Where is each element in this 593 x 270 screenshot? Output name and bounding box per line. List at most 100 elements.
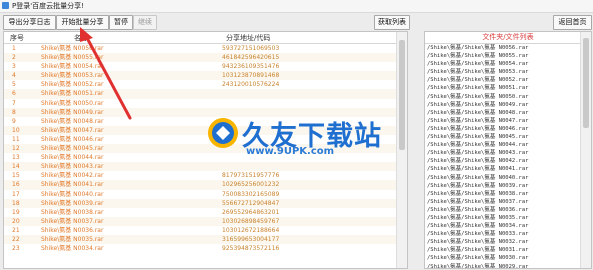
row-index: 21 (12, 226, 20, 234)
app-icon (2, 2, 9, 9)
row-index: 23 (12, 245, 20, 253)
file-list-item[interactable]: /Shike\氨基/Shike\氨基 N0037.rar (427, 198, 591, 206)
export-log-button[interactable]: 导出分享日志 (3, 15, 56, 30)
table-row[interactable]: 17 Shike\氨基 N0040.rar 750083302165089 (4, 190, 407, 199)
file-list-item[interactable]: /Shike\氨基/Shike\氨基 N0044.rar (427, 141, 591, 149)
file-list-item[interactable]: /Shike\氨基/Shike\氨基 N0040.rar (427, 174, 591, 182)
table-row[interactable]: 1 Shike\氨基 N0056.rar 593727151069503 (4, 44, 407, 53)
file-list-item[interactable]: /Shike\氨基/Shike\氨基 N0043.rar (427, 149, 591, 157)
file-list-item[interactable]: /Shike\氨基/Shike\氨基 N0038.rar (427, 190, 591, 198)
row-name: Shike\氨基 N0040.rar (41, 190, 104, 198)
file-list-item[interactable]: /Shike\氨基/Shike\氨基 N0045.rar (427, 133, 591, 141)
toolbar: 导出分享日志 开始批量分享 暂停 继续 获取列表 返回首页 (0, 13, 593, 31)
row-name: Shike\氨基 N0044.rar (41, 154, 104, 162)
row-index: 18 (12, 199, 20, 207)
row-index: 8 (12, 108, 16, 116)
back-home-button[interactable]: 返回首页 (553, 15, 592, 30)
file-list-item[interactable]: /Shike\氨基/Shike\氨基 N0041.rar (427, 165, 591, 173)
row-link: 750083302165089 (222, 190, 280, 198)
table-body: 1 Shike\氨基 N0056.rar 593727151069503 2 Shike… (4, 44, 407, 253)
table-row[interactable]: 21 Shike\氨基 N0036.rar 103012672188664 (4, 226, 407, 235)
row-index: 5 (12, 81, 16, 89)
file-list-item[interactable]: /Shike\氨基/Shike\氨基 N0047.rar (427, 117, 591, 125)
row-name: Shike\氨基 N0056.rar (41, 45, 104, 52)
column-header-index: 序号 (10, 34, 24, 42)
row-link: 593727151069503 (222, 45, 280, 52)
table-row[interactable]: 11 Shike\氨基 N0046.rar (4, 135, 407, 144)
row-name: Shike\氨基 N0041.rar (41, 181, 104, 189)
file-list-item[interactable]: /Shike\氨基/Shike\氨基 N0050.rar (427, 93, 591, 101)
file-list-item[interactable]: /Shike\氨基/Shike\氨基 N0033.rar (427, 230, 591, 238)
table-row[interactable]: 7 Shike\氨基 N0050.rar (4, 99, 407, 108)
file-list-item[interactable]: /Shike\氨基/Shike\氨基 N0054.rar (427, 60, 591, 68)
row-name: Shike\氨基 N0047.rar (41, 126, 104, 134)
file-list-item[interactable]: /Shike\氨基/Shike\氨基 N0042.rar (427, 157, 591, 165)
table-row[interactable]: 14 Shike\氨基 N0043.rar (4, 162, 407, 172)
start-batch-share-button[interactable]: 开始批量分享 (56, 15, 109, 30)
row-index: 3 (12, 63, 16, 71)
pause-button[interactable]: 暂停 (109, 15, 133, 30)
table-row[interactable]: 22 Shike\氨基 N0035.rar 316599653004177 (4, 234, 407, 245)
row-index: 16 (12, 181, 20, 189)
table-row[interactable]: 2 Shike\氨基 N0055.rar 461842596420615 (4, 53, 407, 63)
table-row[interactable]: 20 Shike\氨基 N0037.rar 103026898459767 (4, 216, 407, 226)
file-list-item[interactable]: /Shike\氨基/Shike\氨基 N0056.rar (427, 44, 591, 52)
table-row[interactable]: 19 Shike\氨基 N0038.rar 269552964863201 (4, 208, 407, 217)
row-link: 461842596420615 (222, 54, 280, 62)
table-row[interactable]: 16 Shike\氨基 N0041.rar 102965256001232 (4, 180, 407, 190)
table-row[interactable]: 5 Shike\氨基 N0052.rar 243120010576224 (4, 80, 407, 89)
row-link: 316599653004177 (222, 235, 280, 243)
file-list-item[interactable]: /Shike\氨基/Shike\氨基 N0034.rar (427, 222, 591, 230)
file-list-scrollbar[interactable] (580, 32, 591, 268)
file-list-item[interactable]: /Shike\氨基/Shike\氨基 N0035.rar (427, 214, 591, 222)
table-row[interactable]: 9 Shike\氨基 N0048.rar (4, 117, 407, 126)
table-row[interactable]: 13 Shike\氨基 N0044.rar (4, 153, 407, 162)
row-link: 943236109351476 (222, 63, 280, 71)
file-list-item[interactable]: /Shike\氨基/Shike\氨基 N0039.rar (427, 182, 591, 190)
file-list: /Shike\氨基/Shike\氨基 N0056.rar/Shike\氨基/Sh… (425, 44, 591, 268)
row-index: 9 (12, 117, 16, 125)
continue-button[interactable]: 继续 (133, 15, 157, 30)
row-index: 2 (12, 54, 16, 62)
row-name: Shike\氨基 N0042.rar (41, 172, 104, 180)
file-list-item[interactable]: /Shike\氨基/Shike\氨基 N0051.rar (427, 84, 591, 92)
file-list-item[interactable]: /Shike\氨基/Shike\氨基 N0052.rar (427, 76, 591, 84)
file-list-item[interactable]: /Shike\氨基/Shike\氨基 N0049.rar (427, 101, 591, 109)
file-list-item[interactable]: /Shike\氨基/Shike\氨基 N0029.rar (427, 263, 591, 268)
table-row[interactable]: 8 Shike\氨基 N0049.rar (4, 107, 407, 117)
file-list-item[interactable]: /Shike\氨基/Shike\氨基 N0030.rar (427, 254, 591, 262)
table-row[interactable]: 3 Shike\氨基 N0054.rar 943236109351476 (4, 62, 407, 71)
row-index: 22 (12, 235, 20, 243)
file-list-panel: 文件夹/文件列表 /Shike\氨基/Shike\氨基 N0056.rar/Sh… (424, 31, 592, 269)
table-row[interactable]: 18 Shike\氨基 N0039.rar 556672712904847 (4, 198, 407, 208)
row-index: 12 (12, 145, 20, 153)
file-list-item[interactable]: /Shike\氨基/Shike\氨基 N0031.rar (427, 246, 591, 254)
table-row[interactable]: 6 Shike\氨基 N0051.rar (4, 89, 407, 99)
row-link: 817973151957776 (222, 172, 280, 180)
file-list-item[interactable]: /Shike\氨基/Shike\氨基 N0032.rar (427, 238, 591, 246)
row-name: Shike\氨基 N0049.rar (41, 108, 104, 116)
file-list-item[interactable]: /Shike\氨基/Shike\氨基 N0046.rar (427, 125, 591, 133)
table-row[interactable]: 4 Shike\氨基 N0053.rar 103123870891468 (4, 71, 407, 81)
table-row[interactable]: 10 Shike\氨基 N0047.rar (4, 125, 407, 135)
table-row[interactable]: 23 Shike\氨基 N0034.rar 925394873572116 (4, 244, 407, 253)
table-scrollbar[interactable] (396, 32, 407, 268)
row-link: 102965256001232 (222, 181, 280, 189)
scrollbar-thumb[interactable] (399, 40, 405, 150)
file-list-item[interactable]: /Shike\氨基/Shike\氨基 N0055.rar (427, 52, 591, 60)
row-name: Shike\氨基 N0051.rar (41, 90, 104, 98)
row-name: Shike\氨基 N0039.rar (41, 199, 104, 207)
get-list-button[interactable]: 获取列表 (374, 15, 410, 30)
file-list-item[interactable]: /Shike\氨基/Shike\氨基 N0048.rar (427, 109, 591, 117)
row-name: Shike\氨基 N0053.rar (41, 72, 104, 80)
table-row[interactable]: 15 Shike\氨基 N0042.rar 817973151957776 (4, 171, 407, 180)
row-name: Shike\氨基 N0035.rar (41, 235, 104, 243)
scrollbar-thumb[interactable] (583, 38, 589, 128)
table-row[interactable]: 12 Shike\氨基 N0045.rar (4, 144, 407, 154)
row-index: 13 (12, 154, 20, 162)
file-list-item[interactable]: /Shike\氨基/Shike\氨基 N0053.rar (427, 68, 591, 76)
row-index: 10 (12, 126, 20, 134)
row-link: 103012672188664 (222, 226, 280, 234)
file-list-item[interactable]: /Shike\氨基/Shike\氨基 N0036.rar (427, 206, 591, 214)
row-name: Shike\氨基 N0054.rar (41, 63, 104, 71)
